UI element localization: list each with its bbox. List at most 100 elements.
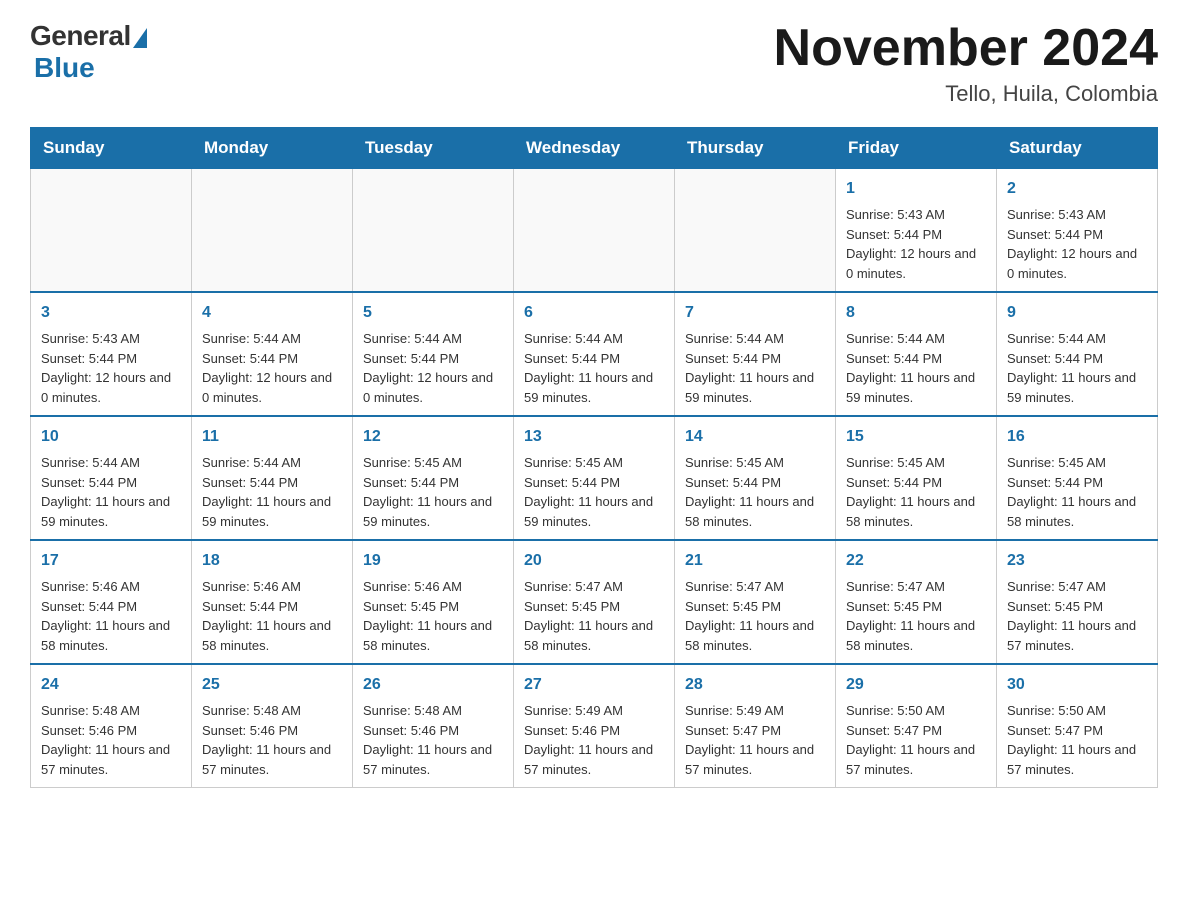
sunset-text: Sunset: 5:46 PM	[363, 723, 459, 738]
daylight-text: Daylight: 11 hours and 58 minutes.	[41, 618, 170, 653]
table-row: 12Sunrise: 5:45 AMSunset: 5:44 PMDayligh…	[353, 416, 514, 540]
sunrise-text: Sunrise: 5:47 AM	[846, 579, 945, 594]
sunrise-text: Sunrise: 5:44 AM	[685, 331, 784, 346]
calendar-table: Sunday Monday Tuesday Wednesday Thursday…	[30, 127, 1158, 788]
table-row: 29Sunrise: 5:50 AMSunset: 5:47 PMDayligh…	[836, 664, 997, 788]
sunset-text: Sunset: 5:45 PM	[524, 599, 620, 614]
sunrise-text: Sunrise: 5:44 AM	[846, 331, 945, 346]
sunrise-text: Sunrise: 5:45 AM	[846, 455, 945, 470]
daylight-text: Daylight: 11 hours and 57 minutes.	[685, 742, 814, 777]
page-header: General Blue November 2024 Tello, Huila,…	[30, 20, 1158, 107]
day-number: 14	[685, 425, 825, 449]
daylight-text: Daylight: 11 hours and 57 minutes.	[524, 742, 653, 777]
daylight-text: Daylight: 11 hours and 58 minutes.	[685, 494, 814, 529]
sunset-text: Sunset: 5:44 PM	[685, 351, 781, 366]
table-row: 22Sunrise: 5:47 AMSunset: 5:45 PMDayligh…	[836, 540, 997, 664]
sunset-text: Sunset: 5:44 PM	[846, 227, 942, 242]
table-row: 18Sunrise: 5:46 AMSunset: 5:44 PMDayligh…	[192, 540, 353, 664]
day-number: 7	[685, 301, 825, 325]
sunset-text: Sunset: 5:44 PM	[202, 599, 298, 614]
daylight-text: Daylight: 11 hours and 59 minutes.	[363, 494, 492, 529]
daylight-text: Daylight: 11 hours and 59 minutes.	[524, 494, 653, 529]
day-number: 21	[685, 549, 825, 573]
calendar-week-row: 10Sunrise: 5:44 AMSunset: 5:44 PMDayligh…	[31, 416, 1158, 540]
day-number: 26	[363, 673, 503, 697]
table-row: 9Sunrise: 5:44 AMSunset: 5:44 PMDaylight…	[997, 292, 1158, 416]
title-area: November 2024 Tello, Huila, Colombia	[774, 20, 1158, 107]
table-row	[353, 169, 514, 293]
daylight-text: Daylight: 11 hours and 59 minutes.	[41, 494, 170, 529]
table-row: 6Sunrise: 5:44 AMSunset: 5:44 PMDaylight…	[514, 292, 675, 416]
col-thursday: Thursday	[675, 128, 836, 169]
day-number: 9	[1007, 301, 1147, 325]
col-tuesday: Tuesday	[353, 128, 514, 169]
day-number: 6	[524, 301, 664, 325]
daylight-text: Daylight: 12 hours and 0 minutes.	[846, 246, 976, 281]
month-title: November 2024	[774, 20, 1158, 77]
table-row: 24Sunrise: 5:48 AMSunset: 5:46 PMDayligh…	[31, 664, 192, 788]
col-wednesday: Wednesday	[514, 128, 675, 169]
sunset-text: Sunset: 5:44 PM	[202, 351, 298, 366]
sunrise-text: Sunrise: 5:47 AM	[685, 579, 784, 594]
sunset-text: Sunset: 5:44 PM	[685, 475, 781, 490]
sunset-text: Sunset: 5:44 PM	[846, 351, 942, 366]
sunset-text: Sunset: 5:46 PM	[41, 723, 137, 738]
sunset-text: Sunset: 5:44 PM	[524, 475, 620, 490]
day-number: 20	[524, 549, 664, 573]
table-row: 1Sunrise: 5:43 AMSunset: 5:44 PMDaylight…	[836, 169, 997, 293]
sunset-text: Sunset: 5:44 PM	[1007, 475, 1103, 490]
sunrise-text: Sunrise: 5:46 AM	[363, 579, 462, 594]
daylight-text: Daylight: 11 hours and 59 minutes.	[685, 370, 814, 405]
table-row: 26Sunrise: 5:48 AMSunset: 5:46 PMDayligh…	[353, 664, 514, 788]
daylight-text: Daylight: 11 hours and 58 minutes.	[524, 618, 653, 653]
col-saturday: Saturday	[997, 128, 1158, 169]
logo-general-text: General	[30, 20, 131, 52]
sunset-text: Sunset: 5:44 PM	[41, 351, 137, 366]
sunset-text: Sunset: 5:44 PM	[363, 475, 459, 490]
sunset-text: Sunset: 5:44 PM	[363, 351, 459, 366]
table-row	[31, 169, 192, 293]
table-row: 15Sunrise: 5:45 AMSunset: 5:44 PMDayligh…	[836, 416, 997, 540]
day-number: 10	[41, 425, 181, 449]
table-row: 20Sunrise: 5:47 AMSunset: 5:45 PMDayligh…	[514, 540, 675, 664]
sunrise-text: Sunrise: 5:47 AM	[1007, 579, 1106, 594]
day-number: 17	[41, 549, 181, 573]
col-monday: Monday	[192, 128, 353, 169]
table-row: 19Sunrise: 5:46 AMSunset: 5:45 PMDayligh…	[353, 540, 514, 664]
day-number: 11	[202, 425, 342, 449]
calendar-week-row: 1Sunrise: 5:43 AMSunset: 5:44 PMDaylight…	[31, 169, 1158, 293]
daylight-text: Daylight: 11 hours and 59 minutes.	[524, 370, 653, 405]
day-number: 25	[202, 673, 342, 697]
day-number: 27	[524, 673, 664, 697]
day-number: 15	[846, 425, 986, 449]
day-number: 16	[1007, 425, 1147, 449]
sunrise-text: Sunrise: 5:50 AM	[846, 703, 945, 718]
table-row: 16Sunrise: 5:45 AMSunset: 5:44 PMDayligh…	[997, 416, 1158, 540]
sunset-text: Sunset: 5:46 PM	[202, 723, 298, 738]
daylight-text: Daylight: 11 hours and 59 minutes.	[1007, 370, 1136, 405]
table-row: 5Sunrise: 5:44 AMSunset: 5:44 PMDaylight…	[353, 292, 514, 416]
sunset-text: Sunset: 5:44 PM	[1007, 351, 1103, 366]
sunrise-text: Sunrise: 5:45 AM	[363, 455, 462, 470]
day-number: 29	[846, 673, 986, 697]
day-number: 8	[846, 301, 986, 325]
day-number: 24	[41, 673, 181, 697]
sunrise-text: Sunrise: 5:48 AM	[202, 703, 301, 718]
daylight-text: Daylight: 11 hours and 58 minutes.	[363, 618, 492, 653]
day-number: 22	[846, 549, 986, 573]
sunset-text: Sunset: 5:44 PM	[1007, 227, 1103, 242]
day-number: 5	[363, 301, 503, 325]
table-row: 13Sunrise: 5:45 AMSunset: 5:44 PMDayligh…	[514, 416, 675, 540]
logo-triangle-icon	[133, 28, 147, 48]
sunset-text: Sunset: 5:47 PM	[1007, 723, 1103, 738]
sunset-text: Sunset: 5:44 PM	[202, 475, 298, 490]
calendar-week-row: 24 Sunrise: 5:48 AM Sunset: 5:46 PM Dayligh…	[31, 664, 1158, 788]
table-row: 8Sunrise: 5:44 AMSunset: 5:44 PMDaylight…	[836, 292, 997, 416]
table-row: 2Sunrise: 5:43 AMSunset: 5:44 PMDaylight…	[997, 169, 1158, 293]
sunrise-text: Sunrise: 5:43 AM	[41, 331, 140, 346]
sunrise-text: Sunrise: 5:44 AM	[202, 331, 301, 346]
sunrise-text: Sunrise: 5:46 AM	[41, 579, 140, 594]
table-row: 14Sunrise: 5:45 AMSunset: 5:44 PMDayligh…	[675, 416, 836, 540]
sunrise-text: Sunrise: 5:44 AM	[524, 331, 623, 346]
sunrise-text: Sunrise: 5:50 AM	[1007, 703, 1106, 718]
